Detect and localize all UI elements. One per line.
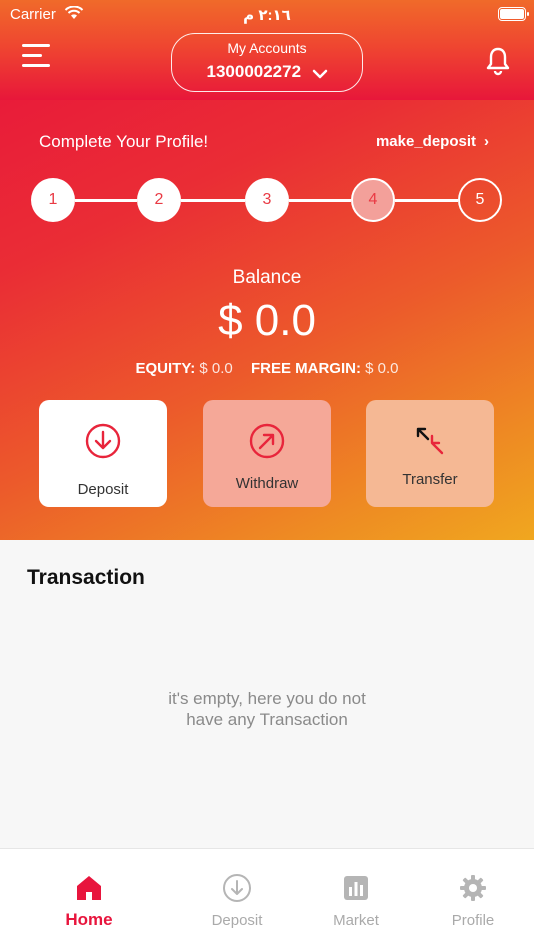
equity-value: $ 0.0 (199, 360, 233, 377)
account-number: 1300002272 (206, 62, 302, 81)
tab-deposit[interactable]: Deposit (187, 873, 287, 929)
deposit-icon (223, 874, 251, 902)
step-connector (395, 199, 458, 202)
profile-steps: 1 2 3 4 5 (31, 178, 503, 222)
equity-row: EQUITY: $ 0.0 FREE MARGIN: $ 0.0 (0, 360, 534, 377)
free-margin-label: FREE MARGIN: (250, 360, 361, 377)
equity-label: EQUITY: (135, 360, 196, 377)
bell-icon[interactable] (484, 46, 512, 76)
withdraw-button[interactable]: Withdraw (203, 400, 331, 507)
tab-label: Home (65, 910, 113, 929)
tab-bar: Home Deposit Market Profile (0, 848, 534, 950)
accounts-label: My Accounts (227, 40, 307, 56)
tab-home[interactable]: Home (39, 873, 139, 930)
deposit-label: Deposit (77, 481, 129, 498)
step-3[interactable]: 3 (245, 178, 289, 222)
withdraw-icon (249, 423, 285, 459)
empty-line-1: it's empty, here you do not (168, 689, 366, 708)
step-connector (181, 199, 245, 202)
status-time: ٢:١٦ م (243, 7, 291, 24)
menu-icon-bar (22, 54, 42, 57)
tab-market[interactable]: Market (306, 873, 406, 929)
tab-label: Deposit (211, 912, 263, 929)
market-icon (344, 876, 368, 900)
step-2[interactable]: 2 (137, 178, 181, 222)
hero-panel: Carrier ٢:١٦ م My Accounts 1300002272 Co… (0, 0, 534, 540)
deposit-icon (85, 423, 121, 459)
next-step-link[interactable]: make_deposit › (376, 133, 489, 150)
step-connector (75, 199, 137, 202)
menu-icon-bar (22, 44, 50, 47)
withdraw-label: Withdraw (235, 475, 299, 492)
chevron-down-icon (312, 69, 327, 79)
balance-label: Balance (232, 267, 302, 288)
menu-button[interactable] (22, 44, 52, 68)
transfer-label: Transfer (402, 471, 458, 488)
account-selector[interactable]: My Accounts 1300002272 (171, 33, 363, 92)
next-step-label: make_deposit (375, 133, 476, 150)
empty-state-message: it's empty, here you do not have any Tra… (117, 688, 417, 730)
step-connector (289, 199, 351, 202)
balance-value: $ 0.0 (218, 296, 316, 345)
battery-icon (498, 7, 529, 21)
step-4[interactable]: 4 (351, 178, 395, 222)
deposit-button[interactable]: Deposit (39, 400, 167, 507)
empty-line-2: have any Transaction (186, 710, 348, 729)
step-1[interactable]: 1 (31, 178, 75, 222)
chevron-right-icon: › (484, 133, 489, 150)
status-bar: Carrier ٢:١٦ م (0, 0, 534, 28)
transactions-title: Transaction (27, 566, 145, 589)
free-margin-value: $ 0.0 (365, 360, 399, 377)
tab-label: Market (333, 912, 379, 929)
profile-title: Complete Your Profile! (39, 132, 209, 151)
transfer-button[interactable]: Transfer (366, 400, 494, 507)
tab-profile[interactable]: Profile (423, 873, 523, 929)
home-icon (77, 876, 101, 900)
menu-icon-bar (22, 64, 50, 67)
transfer-icon (416, 427, 444, 455)
gear-icon (460, 875, 486, 901)
step-5[interactable]: 5 (458, 178, 502, 222)
tab-label: Profile (451, 912, 495, 929)
